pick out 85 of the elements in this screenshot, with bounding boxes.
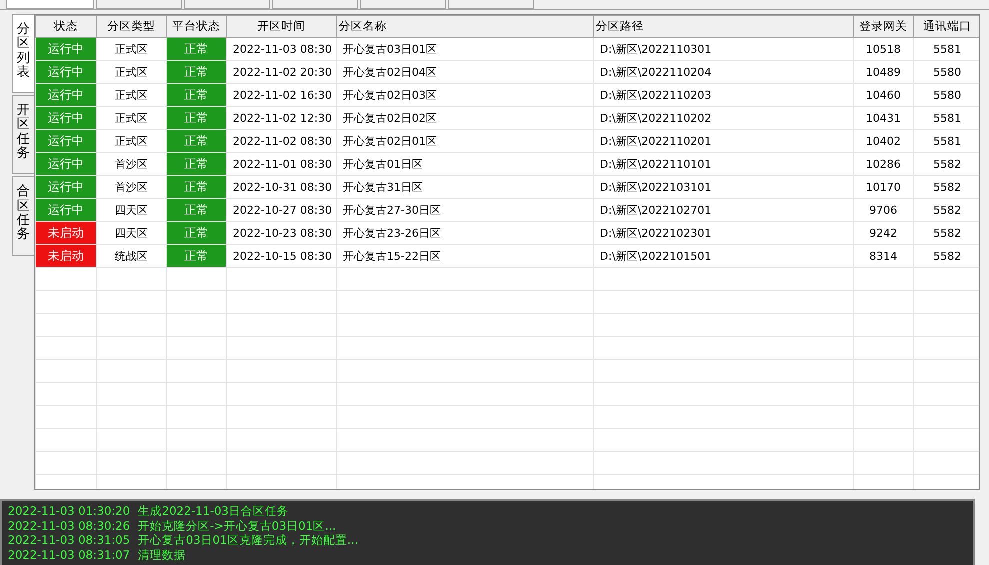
status-cell: 未启动 (36, 222, 96, 244)
table-cell: 2022-11-02 20:30 (226, 60, 336, 84)
tab[interactable] (272, 0, 358, 9)
table-cell: 开心复古02日04区 (336, 60, 594, 84)
status-cell: 运行中 (36, 60, 96, 84)
table-cell: 开心复古02日03区 (336, 84, 594, 106)
status-cell: 正常 (166, 60, 226, 84)
log-message: 清理数据 (138, 548, 186, 562)
table-cell: 开心复古27-30日区 (336, 198, 594, 222)
table-cell: 10489 (854, 60, 914, 84)
table-cell: D:\新区\2022110301 (594, 38, 854, 60)
column-header[interactable]: 分区类型 (96, 16, 166, 38)
table-cell: D:\新区\2022110101 (594, 152, 854, 176)
status-cell: 正常 (166, 152, 226, 176)
table-cell: 开心复古01日区 (336, 152, 594, 176)
status-cell: 运行中 (36, 130, 96, 152)
table-cell: 9706 (854, 198, 914, 222)
table-cell: 10431 (854, 106, 914, 130)
table-cell: 2022-11-02 08:30 (226, 130, 336, 152)
table-cell: D:\新区\2022110202 (594, 106, 854, 130)
status-cell: 未启动 (36, 244, 96, 268)
tab[interactable] (6, 0, 94, 9)
table-cell: 10518 (854, 38, 914, 60)
table-cell: 开心复古15-22日区 (336, 244, 594, 268)
column-header[interactable]: 开区时间 (226, 16, 336, 38)
table-cell: 9242 (854, 222, 914, 244)
table-cell: 2022-10-15 08:30 (226, 244, 336, 268)
status-cell: 正常 (166, 84, 226, 106)
log-message: 开始克隆分区->开心复古03日01区... (138, 518, 336, 533)
status-cell: 正常 (166, 198, 226, 222)
table-cell: 2022-10-31 08:30 (226, 176, 336, 198)
table-cell: 10402 (854, 130, 914, 152)
column-header[interactable]: 分区名称 (336, 16, 594, 38)
table-cell: 10460 (854, 84, 914, 106)
table-cell: 10170 (854, 176, 914, 198)
table-cell: D:\新区\2022110203 (594, 84, 854, 106)
tab[interactable] (96, 0, 182, 9)
table-cell: D:\新区\2022110201 (594, 130, 854, 152)
table-cell: 开心复古02日01区 (336, 130, 594, 152)
table-cell: 开心复古03日01区 (336, 38, 594, 60)
table-cell: D:\新区\2022110204 (594, 60, 854, 84)
table-cell: 2022-10-27 08:30 (226, 198, 336, 222)
column-header[interactable]: 状态 (36, 16, 96, 38)
side-tab[interactable]: 开区任务 (12, 95, 34, 174)
log-time: 2022-11-03 08:31:05 (8, 533, 130, 548)
table-cell: D:\新区\2022101501 (594, 244, 854, 268)
status-cell: 正常 (166, 38, 226, 60)
log-message: 开心复古03日01区克隆完成，开始配置... (138, 533, 358, 548)
status-cell: 正常 (166, 244, 226, 268)
table-cell: 8314 (854, 244, 914, 268)
log-time: 2022-11-03 08:31:07 (8, 548, 130, 562)
status-cell: 运行中 (36, 106, 96, 130)
table-cell: D:\新区\2022102701 (594, 198, 854, 222)
status-cell: 正常 (166, 176, 226, 198)
table-cell: D:\新区\2022102301 (594, 222, 854, 244)
status-cell: 正常 (166, 130, 226, 152)
side-tab[interactable]: 分区列表 (12, 14, 34, 94)
column-header[interactable]: 通讯端口 (914, 16, 979, 38)
table-cell: 2022-11-02 16:30 (226, 84, 336, 106)
table-cell: 开心复古31日区 (336, 176, 594, 198)
table-cell: 开心复古02日02区 (336, 106, 594, 130)
tab[interactable] (448, 0, 534, 9)
tab[interactable] (184, 0, 270, 9)
status-cell: 运行中 (36, 152, 96, 176)
log-time: 2022-11-03 01:30:20 (8, 504, 130, 518)
table-cell: 2022-11-02 12:30 (226, 106, 336, 130)
table-cell: 2022-10-23 08:30 (226, 222, 336, 244)
table-cell: D:\新区\2022103101 (594, 176, 854, 198)
tab[interactable] (360, 0, 446, 9)
status-cell: 正常 (166, 106, 226, 130)
column-header[interactable]: 登录网关 (854, 16, 914, 38)
column-header[interactable]: 分区路径 (594, 16, 854, 38)
table-cell: 10286 (854, 152, 914, 176)
status-cell: 运行中 (36, 176, 96, 198)
status-cell: 运行中 (36, 38, 96, 60)
table-cell: 2022-11-01 08:30 (226, 152, 336, 176)
table-cell: 开心复古23-26日区 (336, 222, 594, 244)
side-tab[interactable]: 合区任务 (12, 176, 34, 256)
status-cell: 正常 (166, 222, 226, 244)
status-cell: 运行中 (36, 198, 96, 222)
log-message: 生成2022-11-03日合区任务 (138, 504, 289, 518)
column-header[interactable]: 平台状态 (166, 16, 226, 38)
table-cell: 2022-11-03 08:30 (226, 38, 336, 60)
status-cell: 运行中 (36, 84, 96, 106)
log-time: 2022-11-03 08:30:26 (8, 518, 130, 533)
